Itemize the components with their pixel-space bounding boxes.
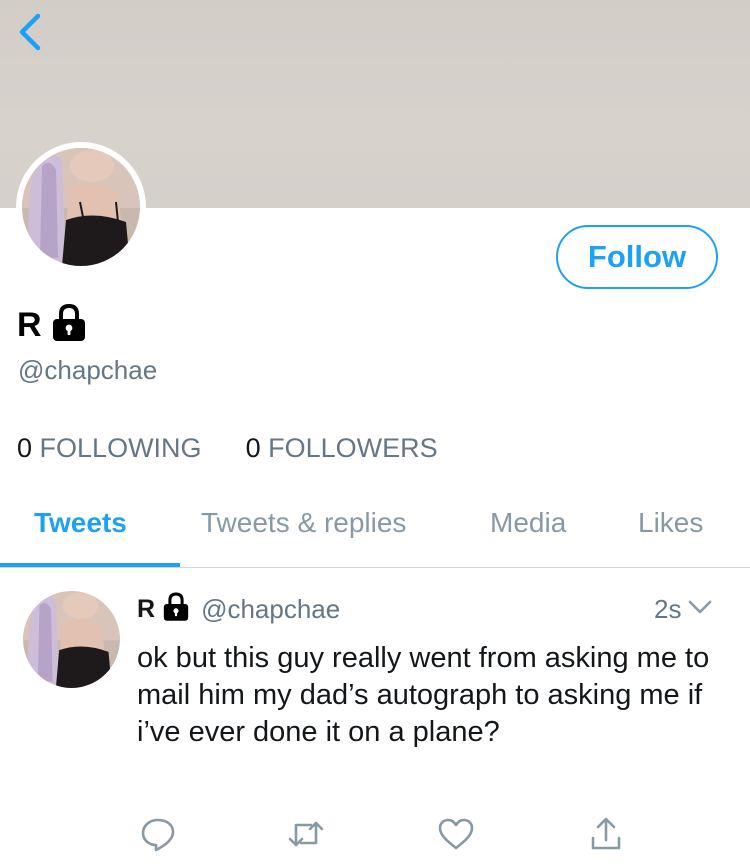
profile-name-row: R — [17, 300, 90, 349]
tweet-text: ok but this guy really went from asking … — [137, 642, 710, 748]
like-icon — [438, 818, 474, 850]
profile-avatar[interactable] — [16, 142, 146, 272]
chevron-left-icon — [19, 13, 41, 51]
tweet-header: R @chapchae — [137, 592, 340, 626]
tab-media[interactable]: Media — [490, 490, 566, 566]
lock-icon — [48, 302, 90, 349]
following-label: FOLLOWING — [39, 433, 202, 463]
tweet[interactable]: R @chapchae 2s ok but this guy really we… — [0, 568, 750, 866]
like-button[interactable] — [436, 814, 476, 854]
retweet-icon — [288, 821, 324, 847]
following-stat[interactable]: 0 FOLLOWING — [17, 430, 202, 466]
active-tab-indicator — [0, 563, 180, 567]
profile-tabs: Tweets Tweets & replies Media Likes — [0, 490, 750, 568]
follow-button[interactable]: Follow — [556, 225, 718, 289]
tab-tweets-and-replies[interactable]: Tweets & replies — [201, 490, 406, 566]
followers-count: 0 — [245, 433, 261, 463]
followers-stat[interactable]: 0 FOLLOWERS — [246, 430, 438, 466]
tweet-avatar[interactable] — [23, 591, 120, 688]
avatar-photo — [22, 148, 140, 266]
tweet-meta: 2s — [654, 592, 713, 626]
retweet-button[interactable] — [286, 814, 326, 854]
back-button[interactable] — [12, 10, 52, 54]
lock-icon — [160, 591, 192, 628]
share-icon — [591, 817, 621, 850]
profile-handle: @chapchae — [18, 355, 158, 385]
tab-likes[interactable]: Likes — [638, 490, 703, 566]
following-count: 0 — [17, 433, 33, 463]
avatar-photo — [23, 591, 120, 688]
tweet-actions — [0, 814, 750, 854]
profile-stats: 0 FOLLOWING 0 FOLLOWERS — [17, 430, 438, 466]
tweet-author-name: R — [137, 594, 156, 623]
tweet-author-handle: @chapchae — [201, 593, 341, 624]
followers-label: FOLLOWERS — [268, 433, 438, 463]
reply-icon — [141, 818, 175, 852]
chevron-down-icon[interactable] — [687, 598, 713, 621]
tab-tweets[interactable]: Tweets — [34, 490, 127, 566]
display-name: R — [17, 305, 42, 344]
tweet-timestamp: 2s — [654, 593, 682, 624]
reply-button[interactable] — [138, 814, 178, 854]
share-button[interactable] — [586, 814, 626, 854]
